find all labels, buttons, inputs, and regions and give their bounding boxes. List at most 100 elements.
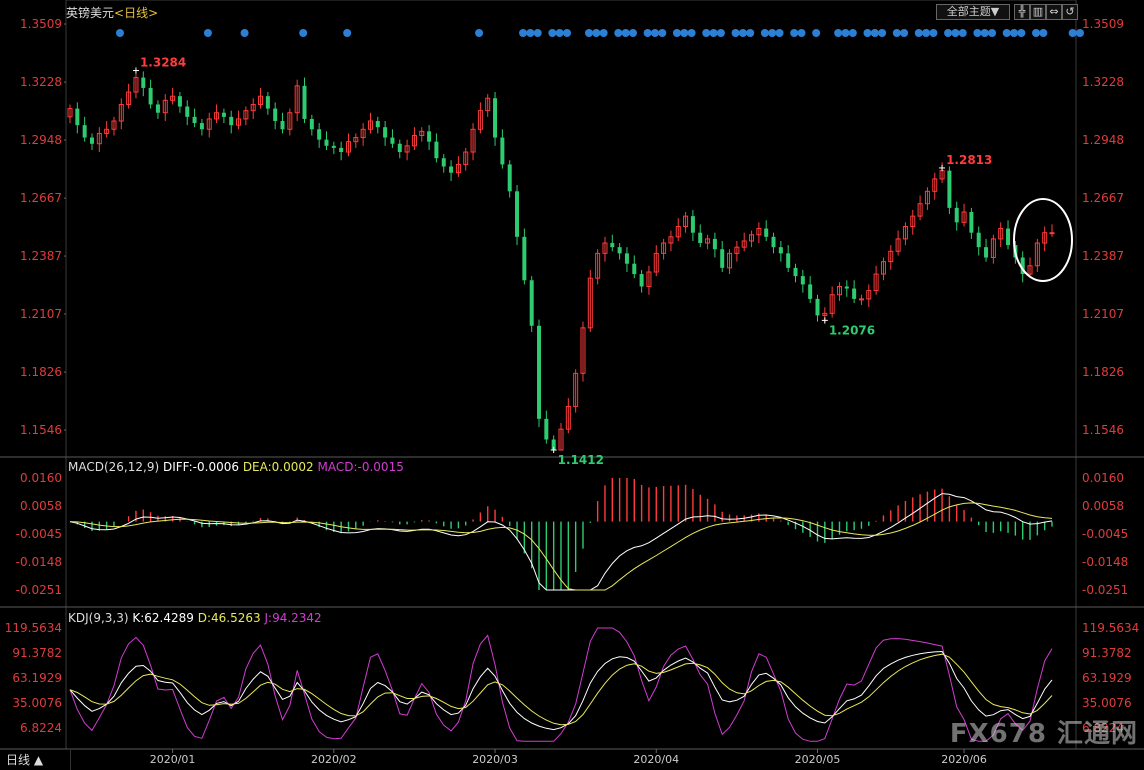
event-dot xyxy=(240,29,249,37)
event-dot xyxy=(900,29,909,37)
event-dot xyxy=(643,29,652,37)
price-axis-tick: 1.2387 xyxy=(1082,249,1124,263)
candle-body xyxy=(610,243,615,248)
annotation-label: 1.2813 xyxy=(946,153,992,167)
event-dot xyxy=(115,29,124,37)
event-dot xyxy=(621,29,630,37)
x-axis-tick: 2020/01 xyxy=(150,753,196,766)
event-dot xyxy=(1068,29,1077,37)
kdj-axis-tick: 35.0076 xyxy=(1082,696,1132,710)
candle-body xyxy=(639,274,644,287)
theme-button[interactable]: 全部主题▼ xyxy=(936,4,1010,20)
kdj-k-line xyxy=(69,650,1053,731)
candle-body xyxy=(324,139,329,146)
event-dot xyxy=(790,29,799,37)
macd-axis-tick: -0.0148 xyxy=(16,555,62,569)
candle-body xyxy=(221,112,226,117)
candle-body xyxy=(309,118,314,130)
candle-body xyxy=(199,123,204,130)
price-axis-tick: 1.2107 xyxy=(1082,307,1124,321)
kdj-axis-tick: 63.1929 xyxy=(12,671,62,685)
candle-body xyxy=(441,158,446,167)
event-dot xyxy=(878,29,887,37)
event-dot xyxy=(555,29,564,37)
candle-body xyxy=(229,116,234,126)
kdj-header: KDJ(9,3,3) K:62.4289 D:46.5263 J:94.2342 xyxy=(68,611,322,625)
candle-body xyxy=(383,127,388,138)
restore-icon[interactable]: ↺ xyxy=(1062,4,1078,20)
price-axis-tick: 1.3228 xyxy=(1082,75,1124,89)
event-dot xyxy=(563,29,572,37)
macd-axis-tick: 0.0058 xyxy=(1082,499,1124,513)
candle-body xyxy=(141,77,146,88)
event-dot xyxy=(944,29,953,37)
kdj-params: KDJ(9,3,3) xyxy=(68,611,129,625)
candle-body xyxy=(954,207,959,223)
crosshair-icon[interactable]: ╬ xyxy=(1014,4,1030,20)
candle-body xyxy=(302,85,307,119)
candle-body xyxy=(427,131,432,142)
event-dot xyxy=(343,29,352,37)
chart-mode-icon[interactable]: ▥ xyxy=(1030,4,1046,20)
kdj-axis-tick: 63.1929 xyxy=(1082,671,1132,685)
event-dot xyxy=(1039,29,1048,37)
event-dot xyxy=(951,29,960,37)
price-axis-tick: 1.1546 xyxy=(1082,423,1124,437)
period-tab[interactable]: 日线 ▲ xyxy=(0,750,71,770)
event-dot xyxy=(841,29,850,37)
candle-body xyxy=(808,284,813,299)
symbol-name: 英镑美元 xyxy=(66,6,115,20)
price-axis-tick: 1.1826 xyxy=(1082,365,1124,379)
candle-body xyxy=(280,121,285,130)
macd-dea-label: DEA:0.0002 xyxy=(242,460,314,474)
price-axis-tick: 1.1546 xyxy=(20,423,62,437)
event-dot xyxy=(1076,29,1084,37)
kdj-axis-tick: 119.5634 xyxy=(1082,621,1139,635)
kdj-d-label: D:46.5263 xyxy=(197,611,261,625)
macd-axis-tick: 0.0058 xyxy=(20,499,62,513)
candle-body xyxy=(852,288,857,299)
event-dot xyxy=(834,29,843,37)
candle-body xyxy=(698,232,703,244)
candle-body xyxy=(331,145,336,148)
event-dot xyxy=(760,29,769,37)
kdj-axis-tick: 91.3782 xyxy=(12,646,62,660)
candle-body xyxy=(375,121,380,128)
event-dot xyxy=(988,29,997,37)
macd-params: MACD(26,12,9) xyxy=(68,460,160,474)
event-dot xyxy=(599,29,608,37)
kdj-axis-tick: 6.8224 xyxy=(20,721,62,735)
candle-body xyxy=(192,116,197,124)
event-dot xyxy=(1017,29,1026,37)
macd-axis-tick: 0.0160 xyxy=(1082,471,1124,485)
price-axis-tick: 1.2107 xyxy=(20,307,62,321)
event-dot xyxy=(958,29,967,37)
candle-body xyxy=(712,238,717,250)
candle-body xyxy=(947,170,952,208)
zoom-icon[interactable]: ⇔ xyxy=(1046,4,1062,20)
event-dot xyxy=(914,29,923,37)
annotation-label: 1.3284 xyxy=(140,56,186,70)
period-label: <日线> xyxy=(114,6,159,20)
x-axis-tick: 2020/04 xyxy=(633,753,679,766)
candle-body xyxy=(969,212,974,233)
candle-body xyxy=(522,236,527,281)
candle-body xyxy=(82,125,87,138)
kdj-axis-tick: 91.3782 xyxy=(1082,646,1132,660)
candle-body xyxy=(273,108,278,122)
candle-body xyxy=(515,191,520,237)
event-dot xyxy=(738,29,747,37)
candle-body xyxy=(720,249,725,268)
candle-body xyxy=(75,108,80,126)
macd-diff-label: DIFF:-0.0006 xyxy=(162,460,239,474)
candle-body xyxy=(390,137,395,144)
event-dot xyxy=(922,29,931,37)
candle-body xyxy=(265,96,270,109)
candle-body xyxy=(624,253,629,264)
candle-body xyxy=(793,267,798,277)
event-dot xyxy=(731,29,740,37)
x-axis-tick: 2020/06 xyxy=(941,753,987,766)
candle-body xyxy=(500,137,505,165)
macd-axis-tick: -0.0251 xyxy=(1082,583,1128,597)
event-dot xyxy=(672,29,681,37)
